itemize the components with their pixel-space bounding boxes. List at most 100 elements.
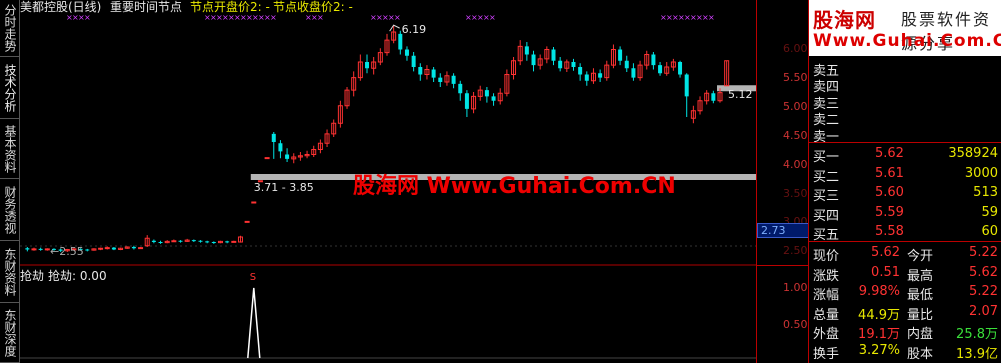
bid-row: 买二 5.61 3000 xyxy=(809,164,1001,185)
candle-down xyxy=(551,49,556,61)
y-tick-faint: 6.00 xyxy=(783,42,808,55)
candle-down xyxy=(411,55,416,67)
quote-value: 5.22 xyxy=(969,245,998,260)
node-marker: × xyxy=(708,13,715,22)
candle-down xyxy=(658,65,663,74)
candle-down xyxy=(491,96,496,101)
quote-label: 量比 xyxy=(907,307,934,323)
quote-label: 总量 xyxy=(813,307,840,323)
quote-value: 2.07 xyxy=(969,303,998,319)
tab-3[interactable]: 基本资料 xyxy=(0,119,19,179)
node-marker: × xyxy=(317,13,324,22)
candle-down xyxy=(158,242,163,243)
watermark-text: 股海网 Www.Guhai.Com.CN xyxy=(353,174,676,199)
quote-label: 现价 xyxy=(813,249,840,264)
candle-down xyxy=(711,93,716,101)
candle-down xyxy=(178,240,183,242)
y-tick: 5.00 xyxy=(783,100,808,113)
candle-down xyxy=(85,249,90,251)
tab-5[interactable]: 东财资料 xyxy=(0,241,19,303)
candle-down xyxy=(365,62,370,69)
bid-label: 买一 xyxy=(813,150,840,165)
right-mark-label: 5.12 xyxy=(728,88,753,101)
candle-down xyxy=(38,248,43,250)
lower-y-tick: 0.50 xyxy=(783,318,808,331)
quote-value: 0.51 xyxy=(871,264,900,280)
quote-label: 最低 xyxy=(907,288,934,304)
logo-url: Www.Guhai.Com.CN xyxy=(813,31,1001,51)
signal-letter: S xyxy=(250,272,256,283)
quote-label: 今开 xyxy=(907,249,934,264)
divider xyxy=(809,142,1001,143)
candle-down xyxy=(211,242,216,243)
lower-y-tick: 1.00 xyxy=(783,281,808,294)
site-logo: 股海网 股票软件资源分享 Www.Guhai.Com.CN xyxy=(809,0,1001,56)
indicator-name: 重要时间节点 xyxy=(110,0,183,14)
bid-price: 5.61 xyxy=(875,165,904,181)
candle-down xyxy=(558,60,563,69)
bid-row: 买四 5.59 59 xyxy=(809,203,1001,224)
candle-up xyxy=(138,247,144,250)
candle-down xyxy=(631,68,636,78)
bid-volume: 59 xyxy=(981,204,998,220)
tab-4[interactable]: 财务透视 xyxy=(0,179,19,241)
candle-up xyxy=(244,220,250,223)
node-marker: × xyxy=(84,13,91,22)
high-label: 6.19 xyxy=(402,23,427,36)
logo-title: 股海网 xyxy=(813,8,876,32)
candle-down xyxy=(571,62,576,67)
candle-up xyxy=(231,240,237,243)
quote-value: 19.1万 xyxy=(858,327,900,343)
candle-down xyxy=(151,240,156,242)
candle-down xyxy=(404,49,409,56)
low-label: ←2.55 xyxy=(50,245,84,258)
candle-down xyxy=(678,62,683,75)
quote-label: 换手 xyxy=(813,347,840,362)
candle-down xyxy=(198,240,203,242)
y-tick: 5.50 xyxy=(783,71,808,84)
candle-down xyxy=(431,69,436,78)
candle-down xyxy=(531,54,536,66)
candle-up xyxy=(44,248,50,251)
candle-up xyxy=(98,247,104,250)
quote-label: 涨幅 xyxy=(813,288,840,304)
candle-down xyxy=(418,67,423,75)
bid-volume: 358924 xyxy=(948,146,998,161)
node-marker: × xyxy=(270,13,277,22)
kline-chart[interactable]: × × × × × × × × × × × × × × × × × × × × × × × × × × × × × × × × × × × × × × 6.… xyxy=(20,0,756,363)
candle-up xyxy=(31,248,37,251)
candle-down xyxy=(131,247,136,249)
tab-2[interactable]: 技术分析 xyxy=(0,57,19,119)
candle-up xyxy=(171,240,177,243)
sub-indicator-value: 抢劫: 0.00 xyxy=(48,269,107,283)
price-axis: 5.50 5.00 4.50 4.00 6.00 3.50 3.00 2.50 … xyxy=(756,0,809,363)
quote-value: 5.62 xyxy=(871,245,900,260)
bid-volume: 60 xyxy=(981,224,998,239)
bid-label: 买二 xyxy=(813,169,840,185)
candle-down xyxy=(484,90,489,97)
bid-row: 买一 5.62 358924 xyxy=(809,144,1001,165)
candle-down xyxy=(524,46,529,55)
candle-down xyxy=(25,248,30,250)
candle-down xyxy=(285,154,290,159)
sub-indicator-name: 抢劫 xyxy=(20,269,45,283)
candle-down xyxy=(398,33,403,50)
candle-up xyxy=(251,201,257,204)
candle-down xyxy=(618,49,623,61)
candle-down xyxy=(451,75,456,84)
stock-title: 美都控股(日线) xyxy=(20,0,102,14)
close-node-value: 节点收盘价2: - xyxy=(273,0,353,14)
bid-volume: 3000 xyxy=(964,165,998,181)
candle-down xyxy=(578,67,583,75)
quote-row: 外盘 19.1万 内盘 25.8万 xyxy=(809,321,1001,343)
bid-row: 买五 5.58 60 xyxy=(809,222,1001,243)
bid-volume: 513 xyxy=(973,185,998,200)
quote-value: 5.22 xyxy=(969,284,998,300)
candle-down xyxy=(191,240,196,242)
candle-down xyxy=(458,83,463,94)
candle-down xyxy=(598,73,603,78)
tab-6[interactable]: 东财深度 xyxy=(0,303,19,363)
candle-up xyxy=(104,247,110,250)
tab-1[interactable]: 分时走势 xyxy=(0,0,19,57)
candle-down xyxy=(464,93,469,109)
